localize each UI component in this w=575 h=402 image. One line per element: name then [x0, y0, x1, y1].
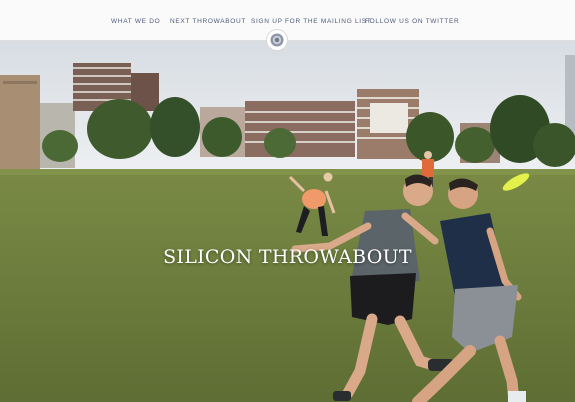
- frisbee-logo-icon: [270, 33, 284, 47]
- hero-photo: [0, 41, 575, 402]
- nav-link-what-we-do[interactable]: WHAT WE DO: [111, 18, 160, 25]
- hero-title: SILICON THROWABOUT: [163, 246, 412, 268]
- nav-link-twitter[interactable]: FOLLOW US ON TWITTER: [365, 18, 459, 25]
- top-navigation-bar: WHAT WE DO NEXT THROWABOUT SIGN UP FOR T…: [0, 0, 575, 41]
- main-nav: WHAT WE DO NEXT THROWABOUT SIGN UP FOR T…: [0, 18, 575, 30]
- hero-banner: SILICON THROWABOUT: [0, 41, 575, 402]
- site-logo[interactable]: [267, 30, 287, 50]
- nav-link-next-throwabout[interactable]: NEXT THROWABOUT: [170, 18, 246, 25]
- nav-link-mailing-list[interactable]: SIGN UP FOR THE MAILING LIST: [251, 18, 372, 25]
